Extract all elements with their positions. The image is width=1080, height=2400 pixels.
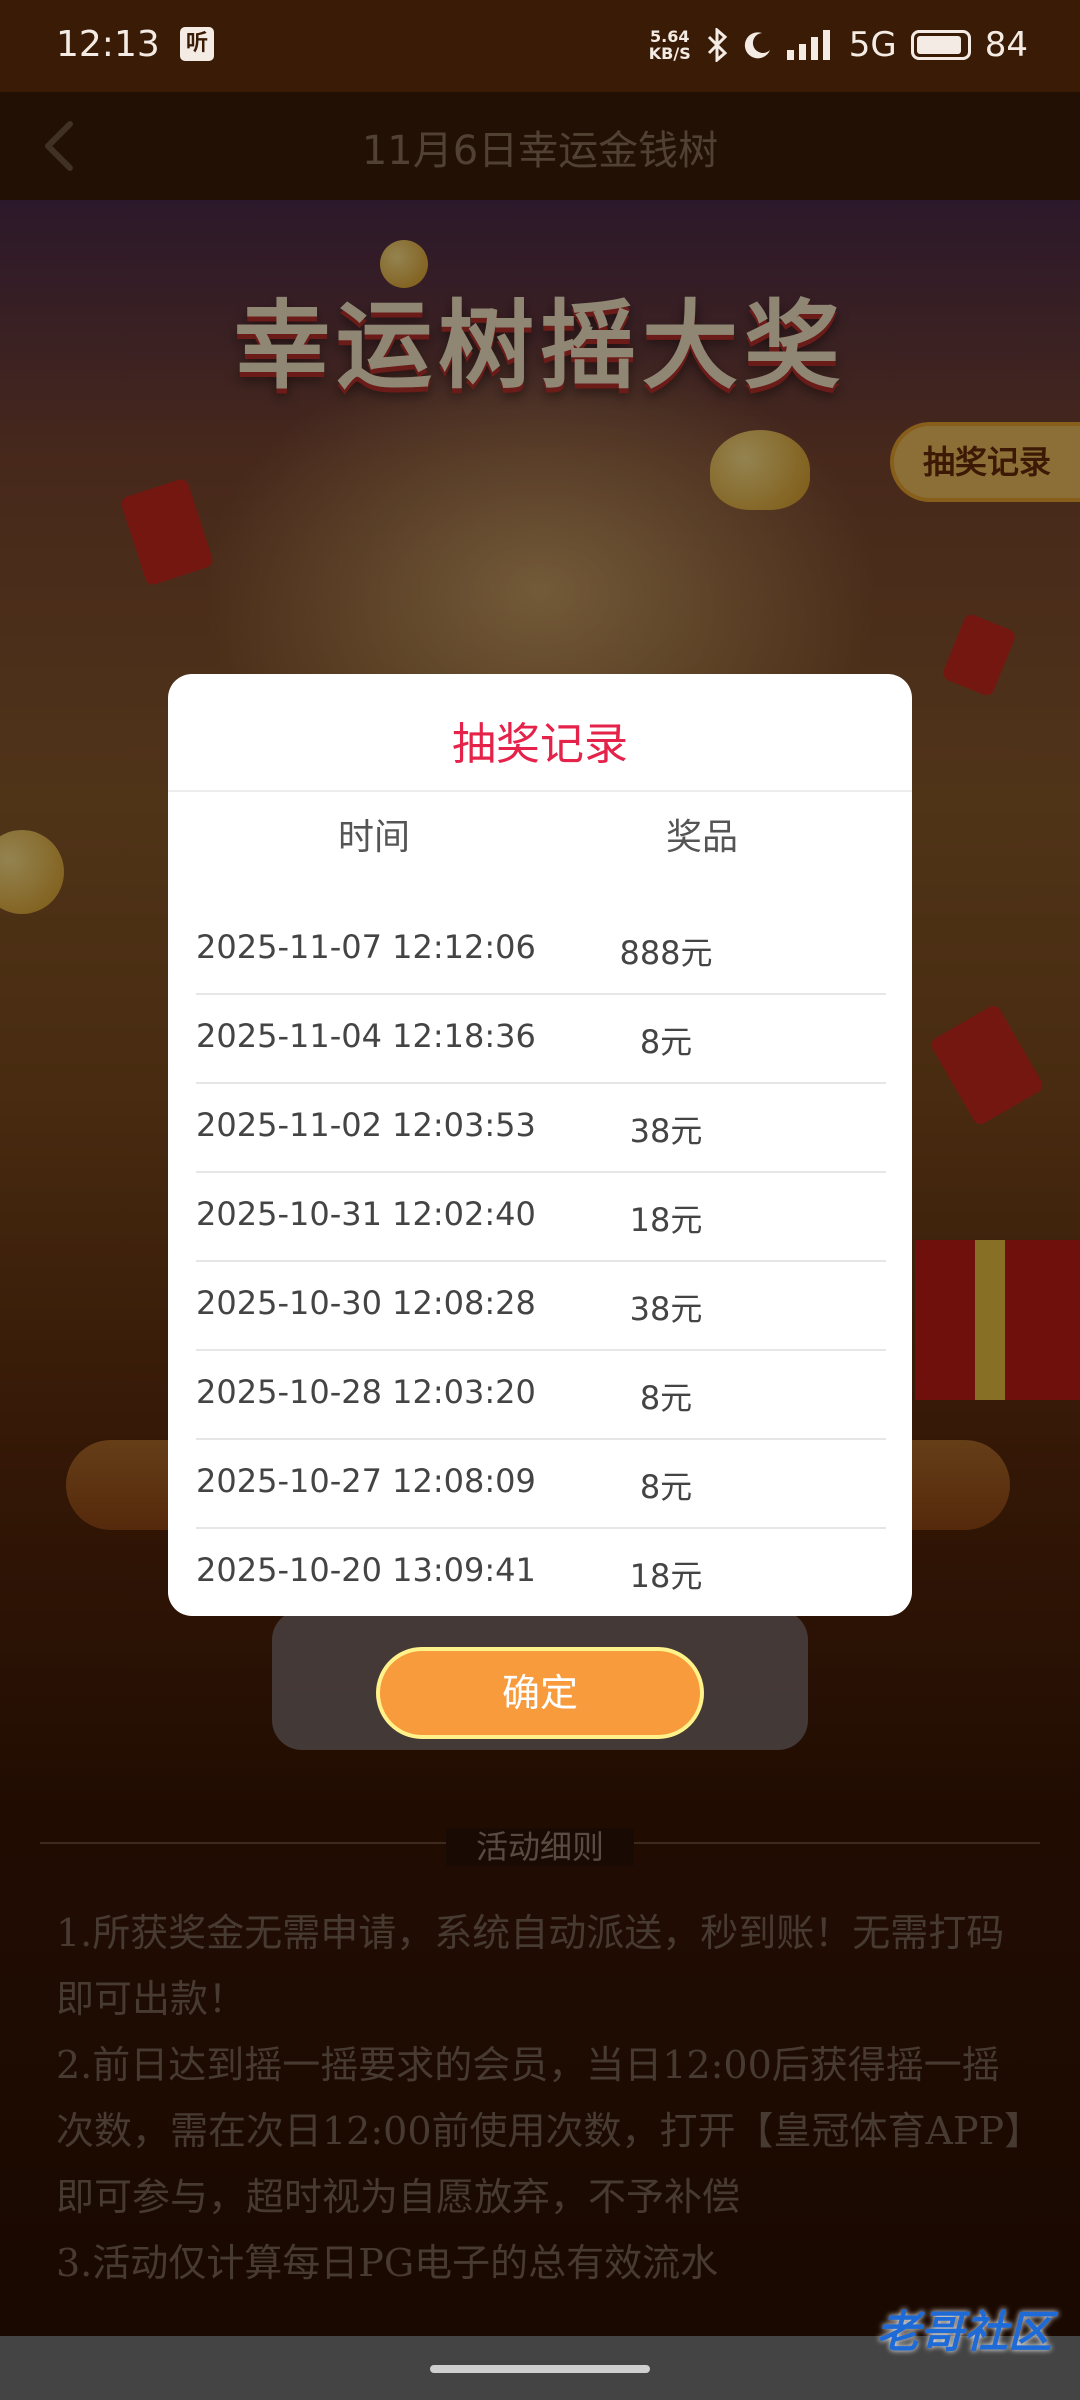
record-prize: 38元 (629, 1290, 703, 1328)
column-header-time: 时间 (338, 817, 411, 858)
status-time: 12:13 (56, 24, 160, 65)
watermark-logo: 老哥社区 (876, 2307, 1052, 2358)
listen-app-icon: 听 (180, 27, 214, 61)
signal-icon (786, 30, 830, 60)
network-type: 5G (848, 25, 897, 65)
column-header-prize: 奖品 (666, 817, 739, 858)
record-prize: 18元 (629, 1557, 703, 1595)
draw-record-dialog: 抽奖记录 时间 奖品 2025-11-07 12:12:06 888元 2025-… (168, 674, 912, 1616)
confirm-button[interactable]: 确定 (376, 1647, 704, 1739)
record-time: 2025-10-30 12:08:28 (196, 1284, 536, 1322)
record-time: 2025-10-28 12:03:20 (196, 1373, 536, 1411)
net-speed-value: 5.64 (650, 27, 690, 46)
moon-icon (744, 32, 770, 59)
dialog-title: 抽奖记录 (452, 719, 628, 770)
home-indicator[interactable] (430, 2365, 650, 2373)
status-indicators: 5.64 KB/S 5G 84 (649, 22, 1028, 68)
record-row: 2025-10-30 12:08:28 38元 (196, 1262, 886, 1351)
record-list[interactable]: 2025-11-07 12:12:06 888元 2025-11-04 12:18… (196, 906, 886, 1616)
record-time: 2025-11-02 12:03:53 (196, 1106, 536, 1144)
record-time: 2025-11-07 12:12:06 (196, 928, 536, 966)
record-time: 2025-10-31 12:02:40 (196, 1195, 536, 1233)
divider (168, 790, 912, 792)
record-row: 2025-11-02 12:03:53 38元 (196, 1084, 886, 1173)
record-row: 2025-11-07 12:12:06 888元 (196, 906, 886, 995)
battery-level: 84 (984, 25, 1028, 65)
record-prize: 18元 (629, 1201, 703, 1239)
record-prize: 8元 (639, 1468, 693, 1506)
record-row: 2025-10-31 12:02:40 18元 (196, 1173, 886, 1262)
record-row: 2025-10-20 13:09:41 18元 (196, 1529, 886, 1616)
record-row: 2025-10-28 12:03:20 8元 (196, 1351, 886, 1440)
record-time: 2025-10-27 12:08:09 (196, 1462, 536, 1500)
record-row: 2025-11-04 12:18:36 8元 (196, 995, 886, 1084)
record-time: 2025-10-20 13:09:41 (196, 1551, 536, 1589)
record-prize: 38元 (629, 1112, 703, 1150)
net-speed-unit: KB/S (648, 44, 691, 63)
net-speed: 5.64 KB/S (649, 28, 691, 62)
record-prize: 8元 (639, 1379, 693, 1417)
record-row: 2025-10-27 12:08:09 8元 (196, 1440, 886, 1529)
record-prize: 8元 (639, 1023, 693, 1061)
battery-icon (910, 30, 971, 60)
record-time: 2025-11-04 12:18:36 (196, 1017, 536, 1055)
status-bar: 12:13 听 5.64 KB/S 5G 84 (0, 0, 1080, 92)
bluetooth-icon (707, 28, 727, 62)
record-prize: 888元 (619, 934, 713, 972)
